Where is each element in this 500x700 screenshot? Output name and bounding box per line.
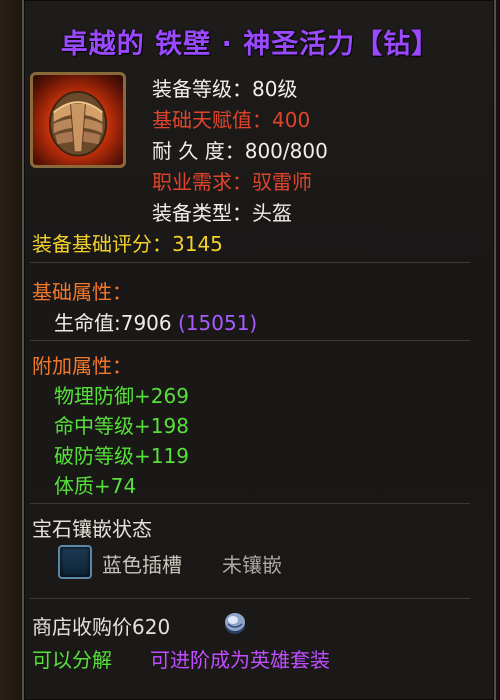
gem-slot-color: 蓝色插槽 bbox=[102, 553, 182, 577]
base-attributes-heading: 基础属性： bbox=[32, 280, 132, 304]
extra-attributes-heading: 附加属性： bbox=[32, 354, 132, 378]
extra-attribute: 物理防御+269 bbox=[54, 384, 189, 408]
shop-price: 商店收购价620 bbox=[32, 615, 171, 639]
upgrade-text: 可进阶成为英雄套装 bbox=[150, 648, 330, 672]
extra-attribute: 体质+74 bbox=[54, 474, 137, 498]
extra-attribute: 命中等级+198 bbox=[54, 414, 189, 438]
durability: 耐 久 度：800/800 bbox=[152, 139, 328, 163]
divider bbox=[30, 262, 470, 263]
silver-coin-icon bbox=[220, 608, 250, 638]
equip-type: 装备类型：头盔 bbox=[152, 201, 292, 225]
hp-extra: (15051) bbox=[178, 311, 258, 335]
divider bbox=[30, 340, 470, 341]
hp-label: 生命值:7906 bbox=[54, 311, 172, 335]
item-title: 卓越的 铁壁 · 神圣活力【钻】 bbox=[60, 29, 440, 60]
hp-value: 生命值:7906 (15051) bbox=[54, 307, 257, 336]
extra-attribute: 破防等级+119 bbox=[54, 444, 189, 468]
blue-socket-icon[interactable] bbox=[58, 545, 92, 579]
equip-level: 装备等级：80级 bbox=[152, 77, 298, 101]
divider bbox=[30, 598, 470, 599]
base-talent: 基础天赋值：400 bbox=[152, 108, 311, 132]
gem-slot-status: 未镶嵌 bbox=[222, 553, 282, 577]
base-score: 装备基础评分：3145 bbox=[32, 232, 223, 256]
helmet-icon bbox=[30, 72, 126, 168]
divider bbox=[30, 503, 470, 504]
decompose-text: 可以分解 bbox=[32, 648, 112, 672]
class-requirement: 职业需求：驭雷师 bbox=[152, 170, 312, 194]
gem-status-heading: 宝石镶嵌状态 bbox=[32, 517, 152, 541]
